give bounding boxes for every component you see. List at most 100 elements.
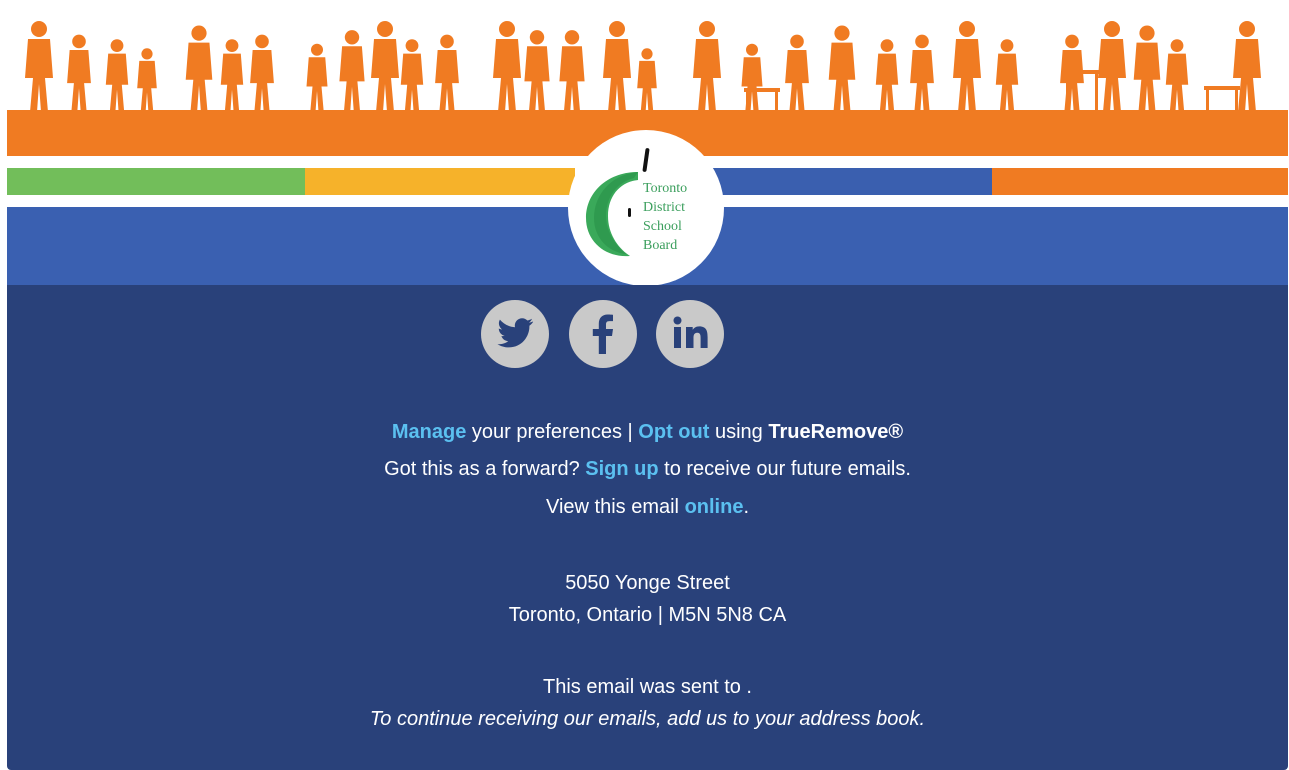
email-footer-frame: Toronto District School Board Manage you… xyxy=(7,0,1288,770)
silhouette-figure xyxy=(435,49,459,112)
silhouette-figure xyxy=(910,49,934,112)
silhouette-head xyxy=(31,21,47,37)
opt-out-link[interactable]: Opt out xyxy=(638,421,709,443)
logo-line: District xyxy=(643,200,685,215)
silhouette-figure xyxy=(371,39,399,112)
silhouette-head xyxy=(834,25,850,41)
silhouette-head xyxy=(564,30,580,45)
silhouette-head xyxy=(255,34,269,49)
period-text: . xyxy=(743,496,750,518)
silhouette-figure xyxy=(828,42,856,112)
silhouette-head xyxy=(191,25,207,41)
silhouette-figure xyxy=(137,60,157,112)
silhouette-table xyxy=(1064,70,1100,74)
silhouette-figure xyxy=(220,53,244,112)
logo-wordmark: Toronto District School Board xyxy=(643,179,713,255)
silhouette-figure xyxy=(953,39,981,112)
silhouette-table-leg xyxy=(1235,86,1238,112)
silhouette-figure xyxy=(785,49,809,112)
trueremove-label: TrueRemove® xyxy=(768,421,904,443)
silhouette-figure xyxy=(400,53,424,112)
silhouette-head xyxy=(225,39,239,52)
silhouette-figure xyxy=(250,49,274,112)
silhouette-table-leg xyxy=(775,88,778,112)
orange-stripe xyxy=(992,168,1288,195)
silhouette-figure xyxy=(306,57,328,112)
silhouette-head xyxy=(377,21,393,37)
silhouette-head xyxy=(880,39,894,52)
silhouette-figure xyxy=(693,39,721,112)
address-street: 5050 Yonge Street xyxy=(565,572,730,594)
linkedin-link[interactable] xyxy=(656,300,724,368)
silhouette-figure xyxy=(741,57,763,112)
silhouette-head xyxy=(1170,39,1184,52)
children-silhouettes-illustration xyxy=(25,21,1261,112)
silhouette-head xyxy=(405,39,419,52)
silhouette-head xyxy=(959,21,975,37)
silhouette-figure xyxy=(995,53,1019,112)
silhouette-figure xyxy=(105,53,129,112)
view-online-line: View this email online. xyxy=(7,495,1288,519)
silhouette-figure xyxy=(185,42,213,112)
silhouette-head xyxy=(311,43,323,56)
view-email-text: View this email xyxy=(545,496,685,518)
yellow-stripe xyxy=(305,168,575,195)
silhouette-figure xyxy=(524,46,550,112)
silhouette-figure xyxy=(875,53,899,112)
silhouette-head xyxy=(1239,21,1255,37)
silhouette-table-leg xyxy=(1066,70,1069,112)
view-online-link[interactable]: online xyxy=(685,496,744,518)
silhouette-table-leg xyxy=(746,88,749,112)
silhouette-table-leg xyxy=(1206,86,1209,112)
sent-to-text: This email was sent to . xyxy=(543,676,752,698)
silhouette-head xyxy=(1139,25,1155,41)
silhouette-table xyxy=(744,88,780,92)
twitter-icon xyxy=(497,318,534,348)
silhouette-figure xyxy=(559,46,585,112)
silhouette-head xyxy=(110,39,124,52)
forward-text: Got this as a forward? xyxy=(384,458,586,480)
silhouette-head xyxy=(1065,34,1079,49)
silhouette-figure xyxy=(493,39,521,112)
logo-line: School xyxy=(643,219,682,234)
silhouette-head xyxy=(141,48,153,60)
silhouette-head xyxy=(1104,21,1120,37)
address-city: Toronto, Ontario | M5N 5N8 CA xyxy=(508,604,787,626)
silhouette-head xyxy=(72,34,86,49)
silhouette-figure xyxy=(1060,49,1084,112)
silhouette-figure xyxy=(25,39,53,112)
forward-line: Got this as a forward? Sign up to receiv… xyxy=(7,457,1288,481)
silhouette-figure xyxy=(637,60,657,112)
future-emails-text: to receive our future emails. xyxy=(658,458,911,480)
tdsb-logo: Toronto District School Board xyxy=(568,130,724,286)
silhouette-figure xyxy=(339,46,365,112)
silhouette-figure xyxy=(1098,39,1126,112)
preferences-text: your preferences | xyxy=(466,421,639,443)
footer-panel: Manage your preferences | Opt out using … xyxy=(7,285,1288,770)
using-text: using xyxy=(709,421,769,443)
silhouette-figure xyxy=(603,39,631,112)
silhouette-table xyxy=(1204,86,1240,90)
silhouette-table-leg xyxy=(1095,70,1098,112)
silhouette-head xyxy=(440,34,454,49)
manage-preferences-link[interactable]: Manage xyxy=(392,421,466,443)
silhouette-head xyxy=(344,30,360,45)
logo-line: Toronto xyxy=(643,181,688,196)
silhouette-figure xyxy=(1165,53,1189,112)
silhouette-head xyxy=(529,30,545,45)
silhouette-head xyxy=(790,34,804,49)
green-stripe xyxy=(7,168,305,195)
blue-stripe xyxy=(712,168,992,195)
facebook-icon xyxy=(592,314,613,354)
sign-up-link[interactable]: Sign up xyxy=(585,458,658,480)
silhouette-figure xyxy=(1133,42,1161,112)
preferences-line: Manage your preferences | Opt out using … xyxy=(7,420,1288,444)
linkedin-icon xyxy=(673,316,708,348)
twitter-link[interactable] xyxy=(481,300,549,368)
silhouette-head xyxy=(699,21,715,37)
silhouette-head xyxy=(609,21,625,37)
address-book-note: To continue receiving our emails, add us… xyxy=(369,708,926,730)
silhouette-head xyxy=(641,48,653,60)
facebook-link[interactable] xyxy=(569,300,637,368)
silhouette-figure xyxy=(67,49,91,112)
